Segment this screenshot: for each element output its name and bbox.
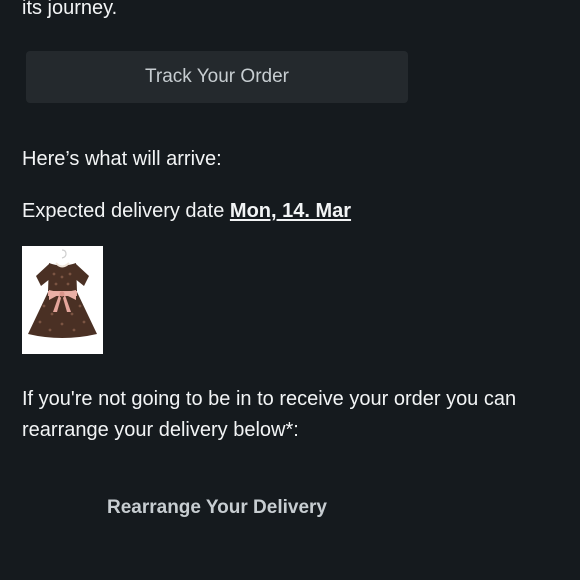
- delivery-prefix: Expected delivery date: [22, 200, 230, 222]
- track-order-label: Track Your Order: [145, 66, 289, 87]
- rearrange-delivery-label: Rearrange Your Delivery: [106, 497, 327, 518]
- rearrange-notice: If you're not going to be in to receive …: [22, 388, 517, 441]
- rearrange-delivery-button[interactable]: Rearrange Your Delivery: [26, 482, 408, 534]
- dress-icon: [22, 246, 103, 354]
- delivery-line: Expected delivery date Mon, 14. Mar: [22, 199, 351, 223]
- product-image[interactable]: [22, 246, 103, 354]
- intro-text: its journey.: [22, 0, 118, 19]
- delivery-date: Mon, 14. Mar: [229, 200, 352, 222]
- arrive-heading: Here’s what will arrive:: [22, 148, 222, 170]
- track-order-button[interactable]: Track Your Order: [26, 51, 408, 103]
